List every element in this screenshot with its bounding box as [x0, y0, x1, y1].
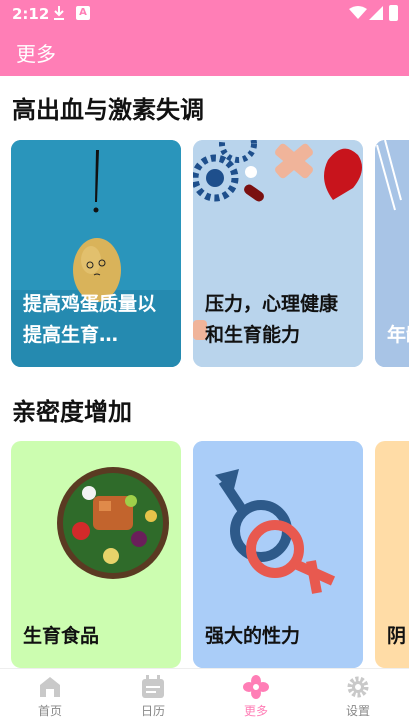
card-age[interactable]: 年龄力: [375, 140, 409, 367]
status-bar: 2:12 A: [0, 0, 409, 28]
nav-label: 日历: [140, 704, 165, 718]
nav-settings[interactable]: 设置: [318, 673, 398, 725]
calendar-icon: [142, 675, 164, 698]
nav-label: 设置: [345, 704, 370, 718]
card-stress-mental-health[interactable]: 压力，心理健康和生育能力: [193, 140, 363, 367]
nav-label: 首页: [37, 704, 62, 718]
home-icon: [40, 677, 60, 697]
gear-icon: [347, 676, 369, 698]
section-title-hormone: 高出血与激素失调: [12, 96, 204, 124]
card-egg-quality[interactable]: 提高鸡蛋质量以提高生育…: [11, 140, 181, 367]
flower-icon: [243, 675, 269, 699]
card-label: 强大的性力: [205, 625, 301, 647]
status-time: 2:12: [12, 5, 50, 23]
card-row-hormone[interactable]: 提高鸡蛋质量以提高生育… 压力，心理健康和生育能力 年龄力: [0, 140, 409, 368]
battery-icon: [389, 5, 398, 21]
page-title: 更多: [16, 42, 56, 66]
notification-icon: A: [76, 6, 90, 20]
card-row-intimacy[interactable]: 生育食品 强大的性力 阴: [0, 441, 409, 668]
nav-more[interactable]: 更多: [216, 673, 296, 725]
nav-home[interactable]: 首页: [10, 673, 90, 725]
wifi-icon: [349, 6, 367, 19]
card-strong-libido[interactable]: 强大的性力: [193, 441, 363, 668]
card-label: 压力，心理健康和生育能力: [205, 293, 339, 346]
download-icon: [54, 6, 64, 20]
section-title-intimacy: 亲密度增加: [12, 398, 132, 426]
nav-calendar[interactable]: 日历: [113, 673, 193, 725]
card-label: 阴: [387, 625, 407, 647]
signal-icon: [369, 6, 383, 20]
card-label: 年龄力: [387, 324, 409, 346]
app-bar: 更多: [0, 28, 409, 76]
nav-label: 更多: [243, 704, 268, 718]
card-label: 生育食品: [23, 625, 100, 647]
card-partial[interactable]: 阴: [375, 441, 409, 668]
card-fertility-food[interactable]: 生育食品: [11, 441, 181, 668]
card-label: 提高鸡蛋质量以提高生育…: [23, 293, 157, 346]
bottom-navigation: 首页 日历 更多 设置: [0, 668, 409, 728]
